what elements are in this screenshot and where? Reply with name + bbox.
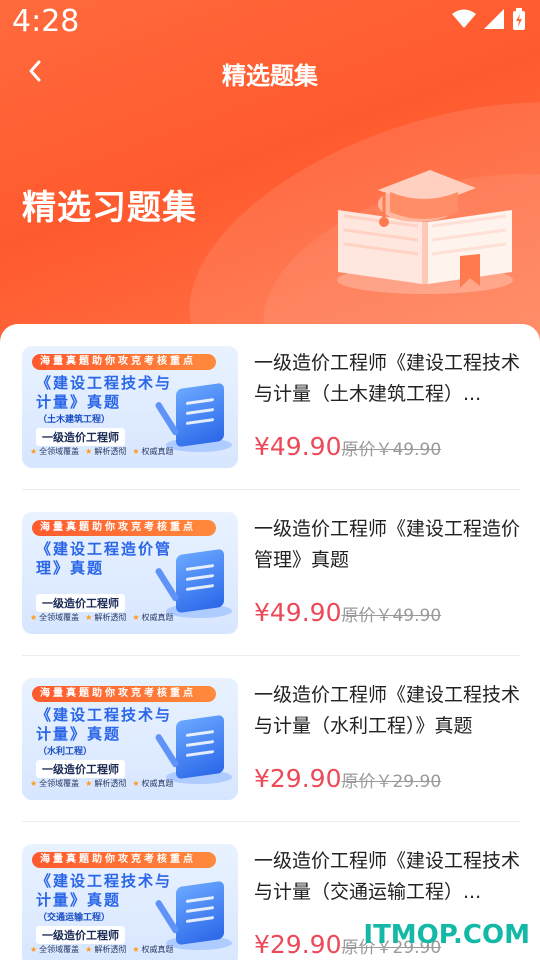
feature-label: 权威真题: [141, 613, 174, 622]
thumbnail-subtitle: （交通运输工程）: [38, 913, 111, 923]
thumbnail-tag: 一级造价工程师: [36, 428, 125, 446]
course-thumbnail: 海量真题助你攻克考核重点 《建设工程造价管理》真题 一级造价工程师 ★ 全领域覆盖…: [22, 512, 238, 634]
star-icon: ★: [132, 945, 140, 954]
current-price: ¥29.90: [254, 930, 342, 959]
hero-title: 精选习题集: [22, 188, 197, 228]
status-bar: 4:28: [0, 0, 540, 48]
star-icon: ★: [85, 779, 93, 788]
course-thumbnail: 海量真题助你攻克考核重点 《建设工程技术与计量》真题 （交通运输工程） 一级造价…: [22, 844, 238, 960]
page-title: 精选题集: [222, 62, 318, 90]
current-price: ¥49.90: [254, 432, 342, 461]
header-banner: 4:28 精选题集 精选习题集: [0, 0, 540, 360]
feature-label: 解析透彻: [94, 945, 127, 954]
thumbnail-banner: 海量真题助你攻克考核重点: [32, 520, 216, 536]
price-row: ¥29.90 原价￥29.90: [254, 764, 441, 793]
thumbnail-banner: 海量真题助你攻克考核重点: [32, 354, 216, 370]
document-icon: [154, 714, 224, 780]
star-icon: ★: [85, 613, 93, 622]
course-thumbnail: 海量真题助你攻克考核重点 《建设工程技术与计量》真题 （土木建筑工程） 一级造价…: [22, 346, 238, 468]
feature-label: 解析透彻: [94, 447, 127, 456]
list-item[interactable]: 海量真题助你攻克考核重点 《建设工程技术与计量》真题 （土木建筑工程） 一级造价…: [22, 324, 520, 490]
course-thumbnail: 海量真题助你攻克考核重点 《建设工程技术与计量》真题 （水利工程） 一级造价工程…: [22, 678, 238, 800]
current-price: ¥49.90: [254, 598, 342, 627]
feature-item: ★ 权威真题: [132, 778, 173, 789]
course-title: 一级造价工程师《建设工程技术与计量（水利工程）》真题: [254, 684, 520, 737]
star-icon: ★: [30, 779, 38, 788]
star-icon: ★: [132, 447, 140, 456]
feature-item: ★ 权威真题: [132, 446, 173, 457]
original-price: 原价￥49.90: [341, 440, 442, 460]
document-icon: [154, 548, 224, 614]
thumbnail-tag: 一级造价工程师: [36, 760, 125, 778]
wifi-icon: [452, 9, 476, 28]
star-icon: ★: [30, 613, 38, 622]
feature-item: ★ 解析透彻: [85, 612, 126, 623]
list-item[interactable]: 海量真题助你攻克考核重点 《建设工程造价管理》真题 一级造价工程师 ★ 全领域覆盖…: [22, 490, 520, 656]
feature-item: ★ 解析透彻: [85, 446, 126, 457]
thumbnail-subtitle: （水利工程）: [38, 747, 93, 757]
feature-label: 权威真题: [141, 945, 174, 954]
feature-item: ★ 全领域覆盖: [30, 612, 79, 623]
current-price: ¥29.90: [254, 764, 342, 793]
thumbnail-tag: 一级造价工程师: [36, 594, 125, 612]
graduation-cap-book-icon: [337, 170, 513, 294]
price-row: ¥49.90 原价￥49.90: [254, 432, 441, 461]
feature-label: 全领域覆盖: [39, 779, 80, 788]
feature-item: ★ 解析透彻: [85, 944, 126, 955]
watermark-logo: ITMOP.COM: [363, 920, 530, 950]
feature-item: ★ 全领域覆盖: [30, 944, 79, 955]
original-price: 原价￥49.90: [341, 606, 442, 626]
document-icon: [154, 382, 224, 448]
feature-item: ★ 全领域覆盖: [30, 778, 79, 789]
feature-item: ★ 权威真题: [132, 612, 173, 623]
star-icon: ★: [85, 945, 93, 954]
nav-bar: 精选题集: [0, 48, 540, 94]
price-row: ¥49.90 原价￥49.90: [254, 598, 441, 627]
feature-label: 解析透彻: [94, 779, 127, 788]
status-time: 4:28: [12, 4, 80, 39]
course-list: 海量真题助你攻克考核重点 《建设工程技术与计量》真题 （土木建筑工程） 一级造价…: [0, 324, 540, 960]
thumbnail-banner: 海量真题助你攻克考核重点: [32, 686, 216, 702]
course-title: 一级造价工程师《建设工程造价管理》真题: [254, 518, 520, 571]
thumbnail-tag: 一级造价工程师: [36, 926, 125, 944]
battery-icon: [513, 8, 525, 30]
star-icon: ★: [30, 945, 38, 954]
feature-label: 全领域覆盖: [39, 447, 80, 456]
feature-item: ★ 解析透彻: [85, 778, 126, 789]
original-price: 原价￥29.90: [341, 772, 442, 792]
star-icon: ★: [85, 447, 93, 456]
course-title: 一级造价工程师《建设工程技术与计量（土木建筑工程）...: [254, 352, 520, 405]
star-icon: ★: [132, 779, 140, 788]
thumbnail-subtitle: （土木建筑工程）: [38, 415, 111, 425]
status-icons: [452, 8, 526, 30]
feature-item: ★ 全领域覆盖: [30, 446, 79, 457]
feature-label: 全领域覆盖: [39, 613, 80, 622]
feature-item: ★ 权威真题: [132, 944, 173, 955]
feature-label: 解析透彻: [94, 613, 127, 622]
star-icon: ★: [132, 613, 140, 622]
feature-label: 权威真题: [141, 779, 174, 788]
star-icon: ★: [30, 447, 38, 456]
course-title: 一级造价工程师《建设工程技术与计量（交通运输工程）...: [254, 850, 520, 903]
document-icon: [154, 880, 224, 946]
feature-label: 权威真题: [141, 447, 174, 456]
list-item[interactable]: 海量真题助你攻克考核重点 《建设工程技术与计量》真题 （水利工程） 一级造价工程…: [22, 656, 520, 822]
signal-icon: [484, 9, 504, 29]
thumbnail-banner: 海量真题助你攻克考核重点: [32, 852, 216, 868]
feature-label: 全领域覆盖: [39, 945, 80, 954]
